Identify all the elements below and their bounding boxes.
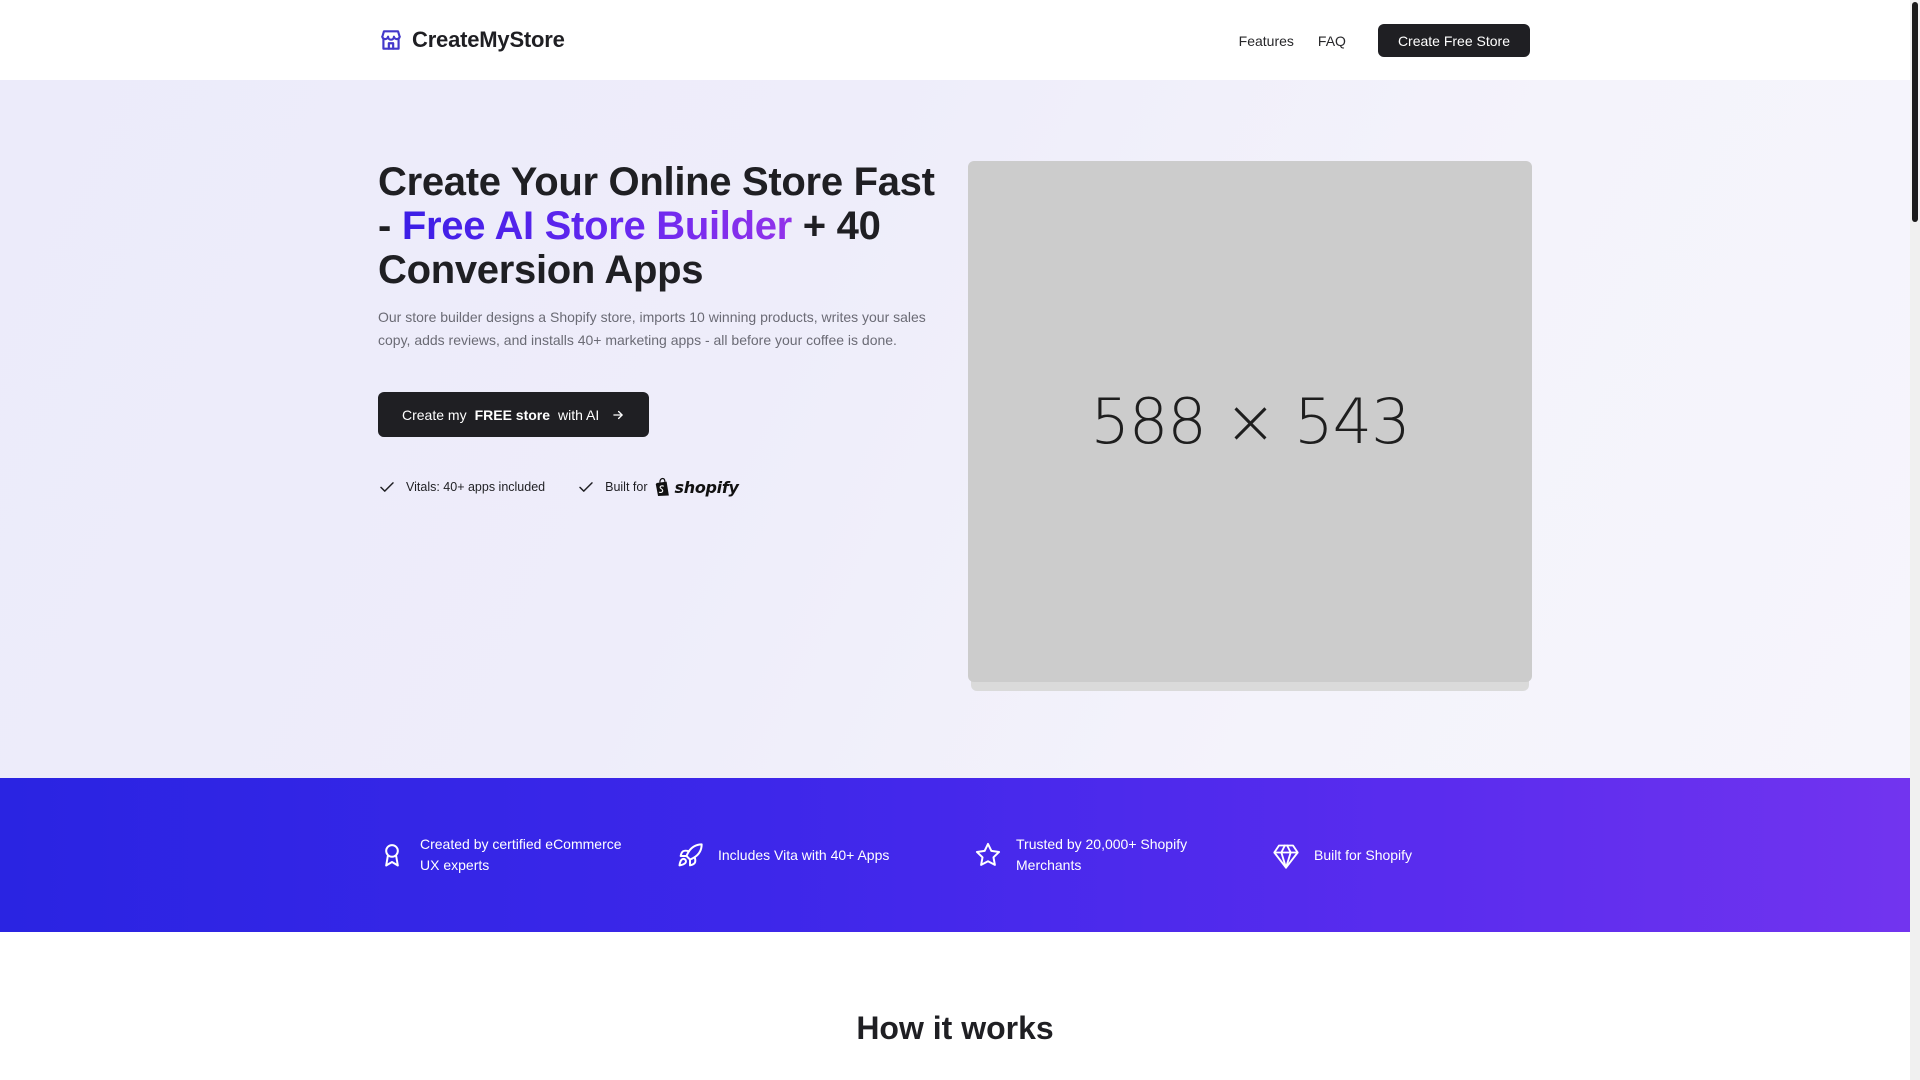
check-built-for-shopify: Built for shopify bbox=[577, 477, 739, 497]
main-nav: Features FAQ Create Free Store bbox=[1239, 24, 1530, 57]
cta-bold: FREE store bbox=[474, 406, 551, 423]
create-free-store-button[interactable]: Create Free Store bbox=[1377, 24, 1530, 57]
nav-link-features[interactable]: Features bbox=[1239, 25, 1294, 57]
check-icon bbox=[378, 478, 396, 496]
rocket-icon bbox=[676, 841, 704, 869]
check-built-for-label: Built for bbox=[605, 480, 648, 494]
feature-text: Includes Vita with 40+ Apps bbox=[718, 846, 890, 863]
shopify-wordmark: shopify bbox=[674, 477, 739, 497]
feature-text: Built for Shopify bbox=[1314, 846, 1413, 863]
page-scrollbar-thumb[interactable] bbox=[1912, 2, 1918, 222]
check-vitals-label: Vitals: 40+ apps included bbox=[406, 480, 546, 494]
site-header: CreateMyStore Features FAQ Create Free S… bbox=[0, 0, 1910, 80]
award-icon bbox=[378, 841, 406, 869]
feature-text: Created by certified eCommerce UX expert… bbox=[420, 836, 622, 873]
cta-prefix: Create my bbox=[402, 406, 467, 423]
cta-suffix: with AI bbox=[558, 406, 600, 423]
nav-link-faq[interactable]: FAQ bbox=[1318, 25, 1346, 57]
feature-vita-apps: Includes Vita with 40+ Apps bbox=[676, 778, 936, 932]
hero-content: Create Your Online Store Fast - Free AI … bbox=[378, 160, 948, 497]
how-it-works-heading: How it works bbox=[856, 1010, 1054, 1046]
arrow-right-icon bbox=[611, 408, 625, 422]
check-vitals: Vitals: 40+ apps included bbox=[378, 478, 545, 496]
shopify-logo: shopify bbox=[654, 477, 739, 497]
check-icon bbox=[577, 478, 595, 496]
gem-icon bbox=[1272, 841, 1300, 869]
store-icon bbox=[378, 27, 404, 53]
shopify-bag-icon bbox=[655, 477, 669, 496]
image-placeholder: 588 × 543 bbox=[968, 161, 1532, 682]
placeholder-dimensions: 588 × 543 bbox=[1090, 385, 1410, 458]
feature-ux-experts: Created by certified eCommerce UX expert… bbox=[378, 778, 638, 932]
feature-text: Trusted by 20,000+ Shopify Merchants bbox=[1016, 836, 1188, 873]
hero-image: 588 × 543 bbox=[968, 161, 1532, 691]
hero-title-highlight: Free AI Store Builder bbox=[401, 204, 792, 248]
brand-logo[interactable]: CreateMyStore bbox=[378, 27, 565, 53]
feature-trusted: Trusted by 20,000+ Shopify Merchants bbox=[974, 778, 1234, 932]
features-band: Created by certified eCommerce UX expert… bbox=[0, 778, 1910, 932]
hero-checks: Vitals: 40+ apps included Built for shop… bbox=[378, 477, 948, 497]
brand-name: CreateMyStore bbox=[412, 27, 565, 52]
feature-built-for-shopify: Built for Shopify bbox=[1272, 778, 1532, 932]
hero-section: Create Your Online Store Fast - Free AI … bbox=[0, 80, 1910, 778]
hero-subtitle: Our store builder designs a Shopify stor… bbox=[378, 309, 926, 348]
star-icon bbox=[974, 841, 1002, 869]
create-store-ai-button[interactable]: Create my FREE store with AI bbox=[378, 392, 650, 437]
hero-title: Create Your Online Store Fast - Free AI … bbox=[378, 160, 948, 292]
